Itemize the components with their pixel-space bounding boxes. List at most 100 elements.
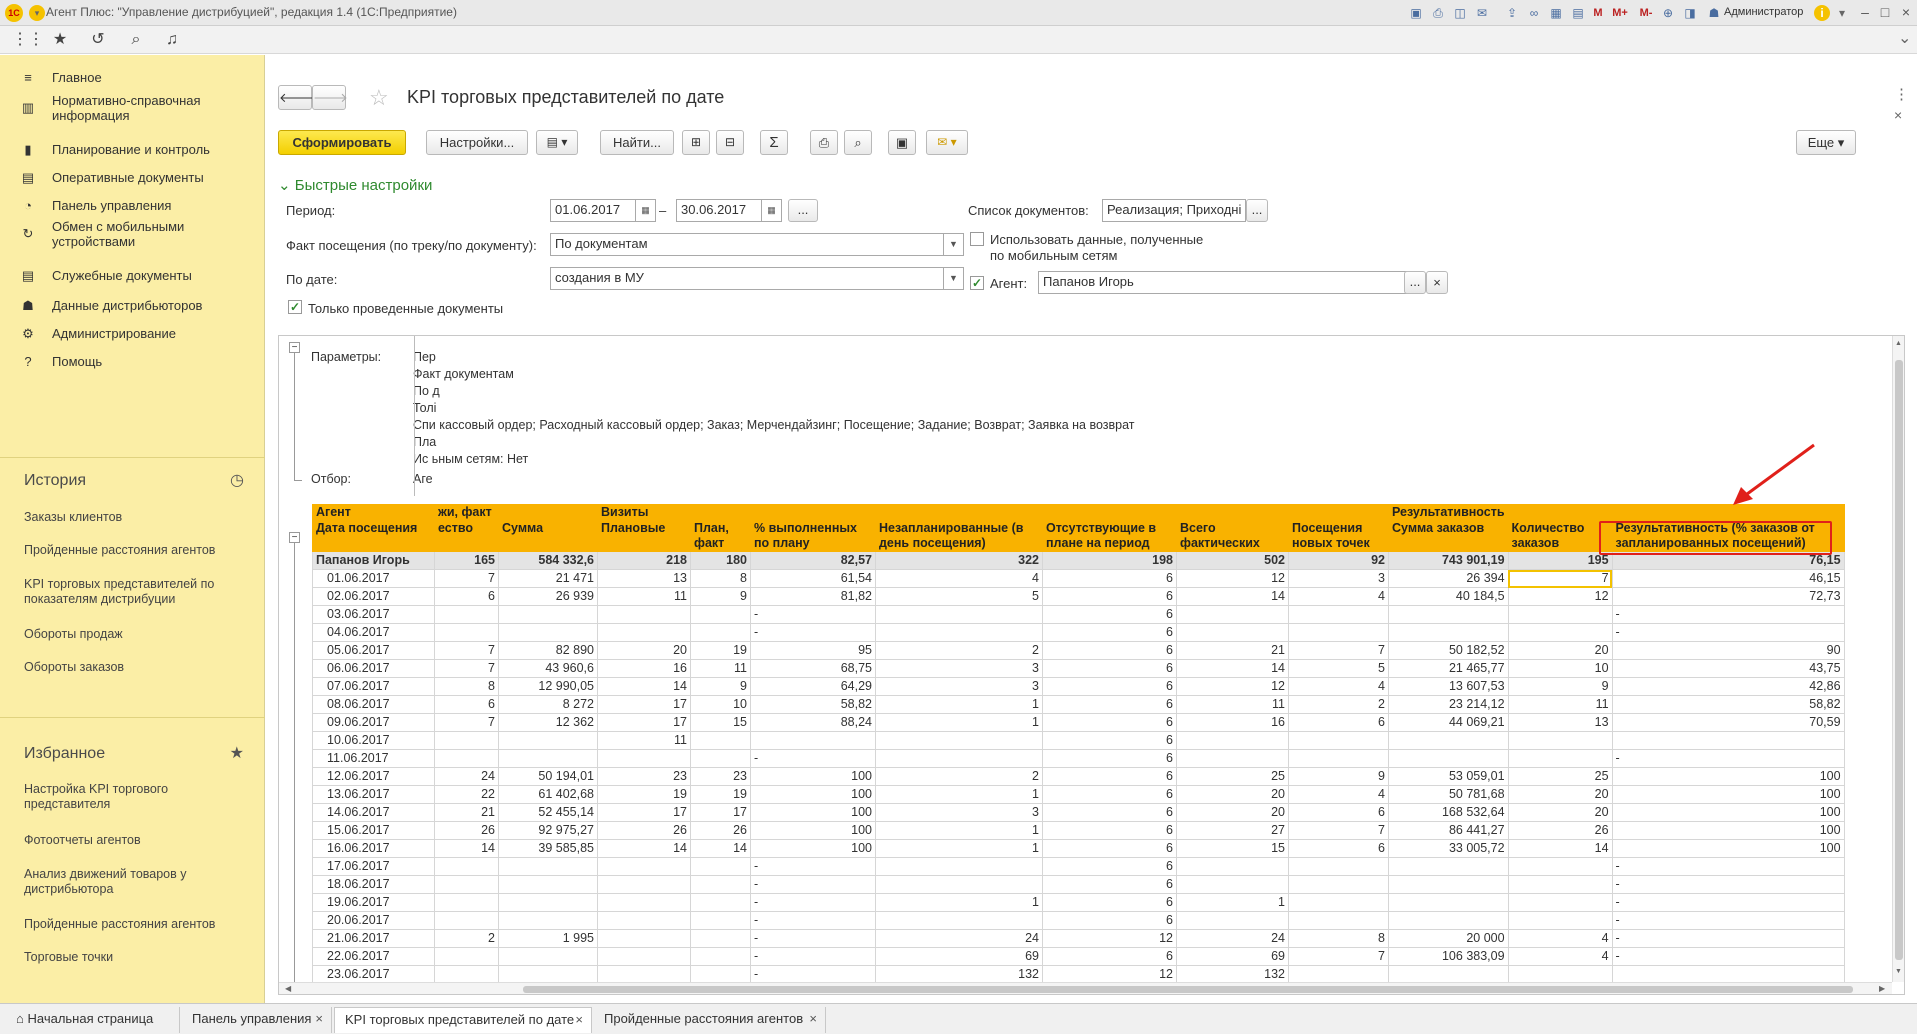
table-cell[interactable] [690, 929, 751, 948]
table-cell[interactable]: 12 [1176, 677, 1289, 696]
table-cell[interactable] [1388, 605, 1509, 624]
vertical-scroll-thumb[interactable] [1895, 360, 1903, 960]
table-cell[interactable]: 7 [434, 641, 499, 660]
table-cell[interactable]: Отсутствующие в плане на период [1042, 520, 1177, 552]
table-row[interactable]: 09.06.2017 7 12 362 17 15 88,24 1 6 16 6 44 069,21… [312, 713, 1845, 732]
print-button-icon[interactable]: ⎙ [810, 130, 838, 155]
table-cell[interactable] [498, 623, 598, 642]
table-cell[interactable] [690, 965, 751, 984]
horizontal-scroll-thumb[interactable] [523, 986, 1853, 993]
table-cell[interactable]: 82 890 [498, 641, 598, 660]
sidebar-item-9[interactable]: ? Помощь [0, 347, 265, 377]
table-cell[interactable]: 106 383,09 [1388, 947, 1509, 966]
table-cell[interactable] [690, 875, 751, 894]
table-cell[interactable] [1176, 875, 1289, 894]
table-row[interactable]: 21.06.2017 2 1 995-24 12 24 8 20 000 4- [312, 929, 1845, 948]
table-cell[interactable]: 6 [1288, 839, 1389, 858]
table-cell[interactable] [434, 893, 499, 912]
table-cell[interactable]: 86 441,27 [1388, 821, 1509, 840]
table-cell[interactable]: 8 [690, 569, 751, 588]
table-cell[interactable]: 7 [434, 659, 499, 678]
date-to-input[interactable]: 30.06.2017 [676, 199, 762, 222]
table-cell[interactable]: 100 [1611, 767, 1845, 786]
table-cell[interactable] [498, 504, 598, 521]
table-cell[interactable]: 12 [1507, 587, 1613, 606]
close-tab-icon[interactable]: × [575, 1008, 583, 1032]
app-menu-icon[interactable]: ▾ [29, 5, 45, 21]
table-cell[interactable] [1507, 504, 1613, 521]
table-cell[interactable] [597, 749, 691, 768]
table-cell[interactable] [690, 731, 751, 750]
table-cell[interactable] [1507, 893, 1613, 912]
table-cell[interactable]: 12 990,05 [498, 677, 598, 696]
table-cell[interactable] [1507, 965, 1613, 984]
scroll-right-icon[interactable]: ▶ [1879, 984, 1885, 993]
table-cell[interactable]: 14 [690, 839, 751, 858]
bell-icon[interactable]: ♫ [160, 30, 184, 50]
table-cell[interactable]: 11 [690, 659, 751, 678]
table-cell[interactable]: 14.06.2017 [312, 803, 435, 822]
table-cell[interactable] [434, 947, 499, 966]
sidebar-item-2[interactable]: ▮ Планирование и контроль [0, 135, 265, 165]
table-cell[interactable]: 50 194,01 [498, 767, 598, 786]
table-cell[interactable] [597, 605, 691, 624]
table-cell[interactable]: 13 [597, 569, 691, 588]
table-cell[interactable] [1288, 731, 1389, 750]
table-row[interactable]: 04.06.2017 - 6 - [312, 623, 1845, 642]
table-cell[interactable]: 20.06.2017 [312, 911, 435, 930]
close-tab-icon[interactable]: × [809, 1007, 817, 1031]
agent-input[interactable]: Папанов Игорь [1038, 271, 1418, 294]
table-cell[interactable] [875, 731, 1043, 750]
table-cell[interactable] [690, 911, 751, 930]
table-cell[interactable]: - [750, 605, 876, 624]
table-cell[interactable] [1611, 731, 1845, 750]
table-cell[interactable]: - [750, 623, 876, 642]
table-cell[interactable]: 19 [690, 785, 751, 804]
table-cell[interactable]: - [750, 749, 876, 768]
table-cell[interactable] [1507, 623, 1613, 642]
table-cell[interactable] [1288, 893, 1389, 912]
variant-dropdown-button[interactable]: ▤ ▾ [536, 130, 578, 155]
calendar-icon[interactable]: ▦ [1548, 5, 1564, 21]
save-icon[interactable]: ▣ [1408, 5, 1424, 21]
table-cell[interactable]: 21 465,77 [1388, 659, 1509, 678]
table-cell[interactable]: 9 [690, 677, 751, 696]
table-cell[interactable]: - [750, 893, 876, 912]
table-cell[interactable] [875, 875, 1043, 894]
table-cell[interactable] [498, 947, 598, 966]
posted-only-checkbox[interactable]: ✓ [288, 300, 302, 314]
table-cell[interactable] [597, 857, 691, 876]
table-cell[interactable]: 4 [1288, 677, 1389, 696]
table-cell[interactable]: 70,59 [1611, 713, 1845, 732]
table-cell[interactable]: 13 607,53 [1388, 677, 1509, 696]
table-cell[interactable] [434, 965, 499, 984]
table-row[interactable]: 12.06.2017 24 50 194,01 23 23 100 2 6 25 9 53 059,… [312, 767, 1845, 786]
table-cell[interactable]: Дата посещения [312, 520, 435, 552]
table-cell[interactable] [690, 605, 751, 624]
collapse-agent-icon[interactable]: − [289, 532, 300, 543]
table-cell[interactable] [1288, 749, 1389, 768]
table-cell[interactable] [875, 605, 1043, 624]
history-clock-icon[interactable]: ◷ [230, 470, 244, 490]
table-row[interactable]: 01.06.2017 7 21 471 13 8 61,54 4 6 12 3 26 394 7 46,… [312, 569, 1845, 588]
sidebar-item-8[interactable]: ⚙ Администрирование [0, 319, 265, 349]
table-cell[interactable]: 7 [1507, 569, 1613, 588]
table-cell[interactable] [434, 731, 499, 750]
table-cell[interactable]: 3 [875, 677, 1043, 696]
mail-icon[interactable]: ✉ [1474, 5, 1490, 21]
table-cell[interactable]: 14 [1507, 839, 1613, 858]
calc-icon[interactable]: ▤ [1570, 5, 1586, 21]
fact-select[interactable]: По документам [550, 233, 944, 256]
history-link-2[interactable]: KPI торговых представителей по показател… [24, 577, 254, 607]
table-cell[interactable]: 6 [434, 695, 499, 714]
table-cell[interactable]: 132 [875, 965, 1043, 984]
zoom-icon[interactable]: ⊕ [1660, 5, 1676, 21]
collapse-groups-icon[interactable]: ⊟ [716, 130, 744, 155]
table-cell[interactable]: 6 [1042, 839, 1177, 858]
table-cell[interactable]: 23.06.2017 [312, 965, 435, 984]
table-cell[interactable]: 50 182,52 [1388, 641, 1509, 660]
table-cell[interactable] [1176, 623, 1289, 642]
bydate-select[interactable]: создания в МУ [550, 267, 944, 290]
table-cell[interactable]: 06.06.2017 [312, 659, 435, 678]
table-cell[interactable] [1388, 857, 1509, 876]
